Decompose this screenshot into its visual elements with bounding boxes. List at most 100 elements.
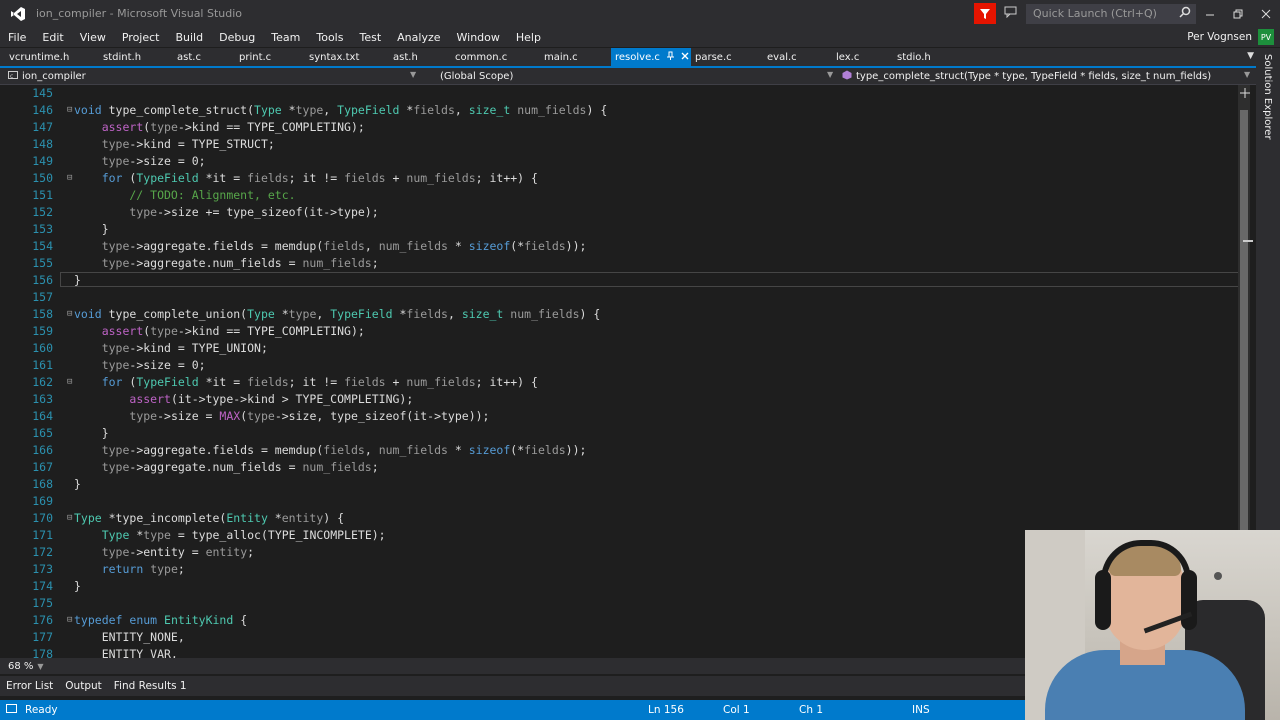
close-icon[interactable] [1252, 0, 1280, 27]
menu-edit[interactable]: Edit [34, 31, 71, 44]
line-number: 151 [32, 188, 53, 202]
line-number: 173 [32, 562, 53, 576]
code-line[interactable]: 146 ⊟ void type_complete_struct(Type *type… [0, 102, 1240, 119]
scrollbar-caret-marker [1243, 240, 1253, 242]
code-line[interactable]: 169 [0, 493, 1240, 510]
menu-analyze[interactable]: Analyze [389, 31, 448, 44]
tab-common-c[interactable]: common.c [455, 48, 507, 66]
code-line[interactable]: 154 type->aggregate.fields = memdup(fiel… [0, 238, 1240, 255]
tab-ast-h[interactable]: ast.h [393, 48, 418, 66]
fold-collapse-icon[interactable]: ⊟ [67, 170, 72, 187]
menu-window[interactable]: Window [449, 31, 508, 44]
scope-chevron-down-icon[interactable]: ▼ [827, 70, 833, 79]
minimize-icon[interactable] [1196, 0, 1224, 27]
code-line[interactable]: 147 assert(type->kind == TYPE_COMPLETING… [0, 119, 1240, 136]
code-text: void type_complete_struct(Type *type, Ty… [74, 103, 608, 117]
zoom-level[interactable]: 68 % [8, 661, 33, 672]
tab-main-c[interactable]: main.c [544, 48, 578, 66]
code-line[interactable]: 158 ⊟ void type_complete_union(Type *type,… [0, 306, 1240, 323]
code-line[interactable]: 165 } [0, 425, 1240, 442]
line-number: 178 [32, 647, 53, 658]
code-line[interactable]: 157 [0, 289, 1240, 306]
code-line[interactable]: 148 type->kind = TYPE_STRUCT; [0, 136, 1240, 153]
menu-test[interactable]: Test [351, 31, 389, 44]
tab-error-list[interactable]: Error List [0, 680, 59, 692]
tab-parse-c[interactable]: parse.c [695, 48, 732, 66]
line-number: 153 [32, 222, 53, 236]
status-char: Ch 1 [799, 704, 824, 716]
close-tab-icon[interactable] [681, 52, 689, 63]
fold-collapse-icon[interactable]: ⊟ [67, 306, 72, 323]
split-window-icon[interactable] [1240, 87, 1250, 101]
quick-launch-input[interactable]: Quick Launch (Ctrl+Q) [1026, 3, 1196, 24]
menu-project[interactable]: Project [114, 31, 168, 44]
code-line[interactable]: 163 assert(it->type->kind > TYPE_COMPLET… [0, 391, 1240, 408]
solution-explorer-tab[interactable]: Solution Explorer [1262, 54, 1273, 140]
fold-collapse-icon[interactable]: ⊟ [67, 510, 72, 527]
menu-view[interactable]: View [72, 31, 114, 44]
fold-collapse-icon[interactable]: ⊟ [67, 102, 72, 119]
scrollbar-thumb[interactable] [1240, 110, 1248, 530]
menu-help[interactable]: Help [508, 31, 549, 44]
tab-label: stdint.h [103, 51, 142, 63]
code-line[interactable]: 149 type->size = 0; [0, 153, 1240, 170]
project-dropdown[interactable]: c ion_compiler [8, 68, 86, 84]
tab-overflow-chevron-down-icon[interactable]: ▼ [1247, 51, 1254, 61]
project-chevron-down-icon[interactable]: ▼ [410, 70, 416, 79]
avatar: PV [1258, 29, 1274, 45]
tab-stdio-h[interactable]: stdio.h [897, 48, 931, 66]
menu-build[interactable]: Build [167, 31, 211, 44]
menu-team[interactable]: Team [263, 31, 308, 44]
tab-syntax-txt[interactable]: syntax.txt [309, 48, 359, 66]
code-line[interactable]: 164 type->size = MAX(type->size, type_si… [0, 408, 1240, 425]
feedback-icon[interactable] [1002, 6, 1018, 21]
code-line[interactable]: 152 type->size += type_sizeof(it->type); [0, 204, 1240, 221]
tab-output[interactable]: Output [59, 680, 107, 692]
code-text: } [74, 477, 81, 491]
zoom-chevron-down-icon[interactable]: ▼ [37, 662, 43, 671]
member-chevron-down-icon[interactable]: ▼ [1244, 70, 1250, 79]
code-line[interactable]: 170 ⊟ Type *type_incomplete(Entity *entity… [0, 510, 1240, 527]
code-text: return type; [101, 562, 185, 576]
tab-vcruntime-h[interactable]: vcruntime.h [9, 48, 69, 66]
code-line[interactable]: 166 type->aggregate.fields = memdup(fiel… [0, 442, 1240, 459]
tab-lex-c[interactable]: lex.c [836, 48, 859, 66]
tab-resolve-c[interactable]: resolve.c [611, 48, 691, 66]
code-text: type->aggregate.fields = memdup(fields, … [101, 239, 587, 253]
code-line[interactable]: 151 // TODO: Alignment, etc. [0, 187, 1240, 204]
code-line[interactable]: 160 type->kind = TYPE_UNION; [0, 340, 1240, 357]
tab-stdint-h[interactable]: stdint.h [103, 48, 141, 66]
restore-icon[interactable] [1224, 0, 1252, 27]
code-line[interactable]: 159 assert(type->kind == TYPE_COMPLETING… [0, 323, 1240, 340]
code-line[interactable]: 161 type->size = 0; [0, 357, 1240, 374]
tab-find-results[interactable]: Find Results 1 [108, 680, 193, 692]
line-number: 154 [32, 239, 53, 253]
pin-icon[interactable] [666, 51, 675, 63]
menu-tools[interactable]: Tools [308, 31, 351, 44]
fold-collapse-icon[interactable]: ⊟ [67, 374, 72, 391]
tab-eval-c[interactable]: eval.c [767, 48, 797, 66]
code-line[interactable]: 145 [0, 85, 1240, 102]
tab-ast-c[interactable]: ast.c [177, 48, 201, 66]
code-line[interactable]: 153 } [0, 221, 1240, 238]
code-text: } [74, 222, 109, 236]
code-line[interactable]: 155 type->aggregate.num_fields = num_fie… [0, 255, 1240, 272]
code-line[interactable]: 162 ⊟ for (TypeField *it = fields; it != … [0, 374, 1240, 391]
line-number: 156 [32, 273, 53, 287]
fold-collapse-icon[interactable]: ⊟ [67, 612, 72, 629]
menu-debug[interactable]: Debug [211, 31, 263, 44]
tab-print-c[interactable]: print.c [239, 48, 271, 66]
window-title: ion_compiler - Microsoft Visual Studio [36, 7, 243, 20]
code-line[interactable]: 156} [0, 272, 1240, 289]
scope-dropdown[interactable]: (Global Scope) [440, 68, 513, 84]
line-number: 172 [32, 545, 53, 559]
line-number: 169 [32, 494, 53, 508]
notification-flag-icon[interactable] [974, 3, 996, 24]
user-account[interactable]: Per Vognsen PV [1187, 27, 1274, 47]
menu-file[interactable]: File [0, 31, 34, 44]
member-dropdown[interactable]: type_complete_struct(Type * type, TypeFi… [842, 68, 1211, 84]
line-number: 162 [32, 375, 53, 389]
code-line[interactable]: 168} [0, 476, 1240, 493]
code-line[interactable]: 150 ⊟ for (TypeField *it = fields; it != … [0, 170, 1240, 187]
code-line[interactable]: 167 type->aggregate.num_fields = num_fie… [0, 459, 1240, 476]
